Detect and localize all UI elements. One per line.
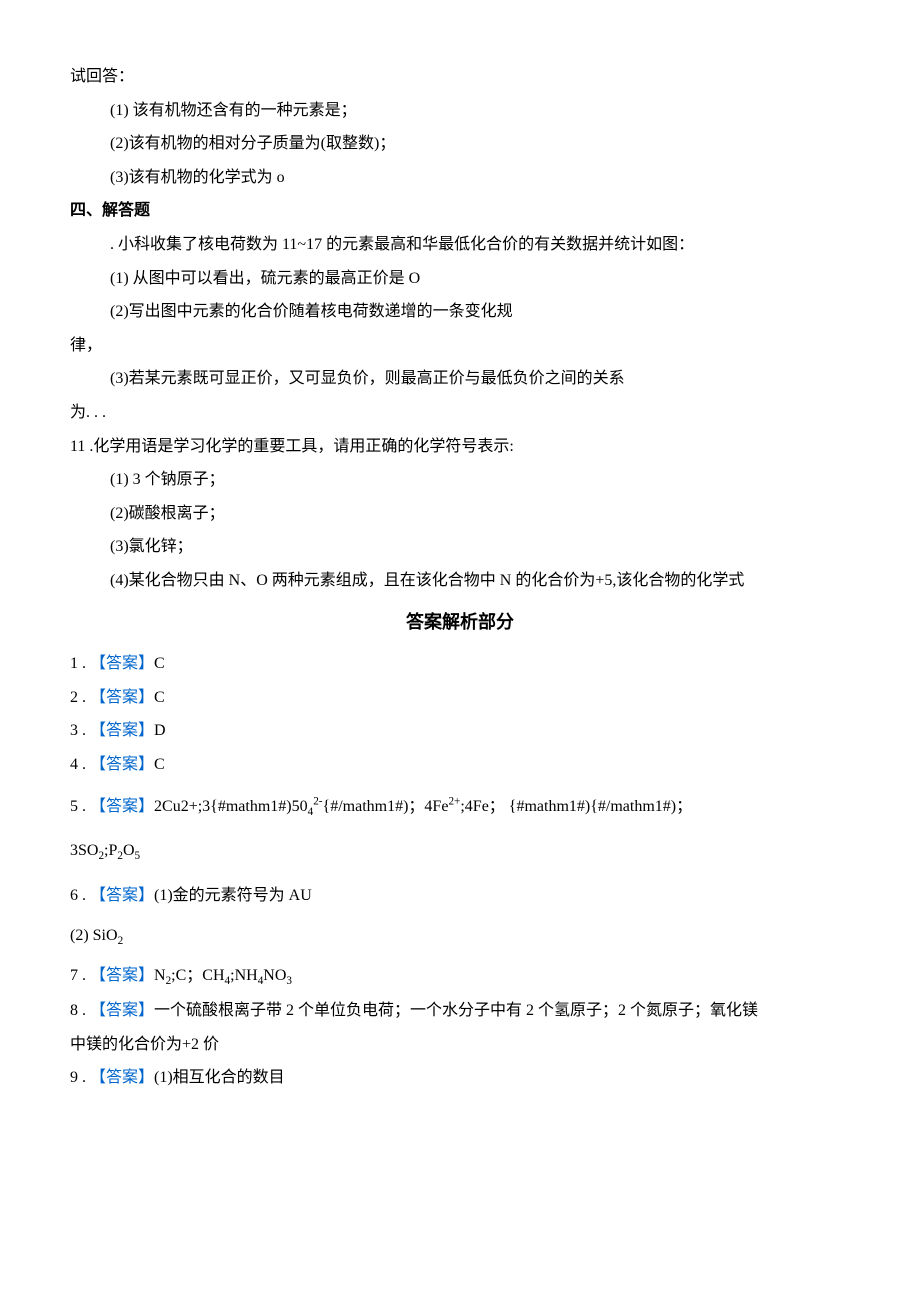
answer-tag: 【答案】 bbox=[90, 1002, 154, 1019]
answer-tag: 【答案】 bbox=[90, 722, 154, 739]
ans-5-l2-p3: O bbox=[123, 842, 135, 859]
ans-6-l2-p1: (2) SiO bbox=[70, 927, 118, 944]
ans-9-val: (1)相互化合的数目 bbox=[154, 1069, 285, 1086]
q11-l3: (3)氯化锌； bbox=[70, 530, 850, 564]
ans-5: 5 . 【答案】2Cu2+;3{#mathm1#)5042-{#/mathm1#… bbox=[70, 790, 850, 825]
ans-7-p2: ;C；CH bbox=[171, 967, 224, 984]
ans-6-l2-sub: 2 bbox=[118, 935, 124, 947]
ans-3: 3 . 【答案】D bbox=[70, 714, 850, 748]
ans-1-val: C bbox=[154, 655, 165, 672]
ans-6-val: (1)金的元素符号为 AU bbox=[154, 887, 312, 904]
ans-7-pre: 7 . bbox=[70, 967, 86, 984]
ans-7-sub4: 3 bbox=[286, 976, 292, 988]
ans-2-val: C bbox=[154, 689, 165, 706]
ans-4-val: C bbox=[154, 756, 165, 773]
ans-8-val: 一个硫酸根离子带 2 个单位负电荷；一个水分子中有 2 个氢原子；2 个氮原子；… bbox=[154, 1002, 758, 1019]
ans-6-pre: 6 . bbox=[70, 887, 86, 904]
ans-5-l2-p1: 3SO bbox=[70, 842, 98, 859]
ans-1-pre: 1 . bbox=[70, 655, 86, 672]
q11-l2: (2)碳酸根离子； bbox=[70, 497, 850, 531]
q11-intro: 11 .化学用语是学习化学的重要工具，请用正确的化学符号表示: bbox=[70, 430, 850, 464]
answer-tag: 【答案】 bbox=[90, 887, 154, 904]
sec4-p2: (1) 从图中可以看出，硫元素的最高正价是 O bbox=[70, 262, 850, 296]
q-sub1: (1) 该有机物还含有的一种元素是； bbox=[70, 94, 850, 128]
q11-l1: (1) 3 个钠原子； bbox=[70, 463, 850, 497]
q11-l4: (4)某化合物只由 N、O 两种元素组成，且在该化合物中 N 的化合价为+5,该… bbox=[70, 564, 850, 598]
answer-tag: 【答案】 bbox=[90, 967, 154, 984]
ans-4-pre: 4 . bbox=[70, 756, 86, 773]
ans-6: 6 . 【答案】(1)金的元素符号为 AU bbox=[70, 879, 850, 913]
q-sub3: (3)该有机物的化学式为 o bbox=[70, 161, 850, 195]
q-sub2: (2)该有机物的相对分子质量为(取整数)； bbox=[70, 127, 850, 161]
ans-5-p3: ;4Fe； {#mathm1#){#/mathm1#)； bbox=[460, 798, 692, 815]
ans-5-sup1: 2- bbox=[313, 795, 322, 807]
ans-7: 7 . 【答案】N2;C；CH4;NH4NO3 bbox=[70, 959, 850, 994]
ans-5-p1: 2Cu2+;3{#mathm1#)50 bbox=[154, 798, 308, 815]
ans-9-pre: 9 . bbox=[70, 1069, 86, 1086]
ans-7-p3: ;NH bbox=[230, 967, 258, 984]
ans-8: 8 . 【答案】一个硫酸根离子带 2 个单位负电荷；一个水分子中有 2 个氢原子… bbox=[70, 994, 850, 1028]
ans-5-sub1: 4 bbox=[308, 806, 314, 818]
ans-5-pre: 5 . bbox=[70, 798, 86, 815]
ans-4: 4 . 【答案】C bbox=[70, 748, 850, 782]
ans-5-sup2: 2+ bbox=[448, 795, 460, 807]
answer-tag: 【答案】 bbox=[90, 798, 154, 815]
answer-tag: 【答案】 bbox=[90, 655, 154, 672]
ans-5-l2-p2: ;P bbox=[104, 842, 117, 859]
ans-9: 9 . 【答案】(1)相互化合的数目 bbox=[70, 1061, 850, 1095]
ans-8-l2: 中镁的化合价为+2 价 bbox=[70, 1028, 850, 1062]
answer-tag: 【答案】 bbox=[90, 1069, 154, 1086]
q-intro: 试回答： bbox=[70, 60, 850, 94]
ans-6-l2: (2) SiO2 bbox=[70, 919, 850, 954]
ans-8-pre: 8 . bbox=[70, 1002, 86, 1019]
ans-3-pre: 3 . bbox=[70, 722, 86, 739]
answers-title: 答案解析部分 bbox=[70, 604, 850, 642]
ans-5-line2: 3SO2;P2O5 bbox=[70, 834, 850, 869]
ans-5-p2: {#/mathm1#)；4Fe bbox=[323, 798, 449, 815]
sec4-p1: . 小科收集了核电荷数为 11~17 的元素最高和华最低化合价的有关数据并统计如… bbox=[70, 228, 850, 262]
ans-3-val: D bbox=[154, 722, 166, 739]
sec4-p5: (3)若某元素既可显正价，又可显负价，则最高正价与最低负价之间的关系 bbox=[70, 362, 850, 396]
sec4-p3: (2)写出图中元素的化合价随着核电荷数递增的一条变化规 bbox=[70, 295, 850, 329]
ans-7-p1: N bbox=[154, 967, 166, 984]
section-4-title: 四、解答题 bbox=[70, 194, 850, 228]
ans-5-l2-sub3: 5 bbox=[135, 851, 141, 863]
ans-7-p4: NO bbox=[263, 967, 286, 984]
ans-1: 1 . 【答案】C bbox=[70, 647, 850, 681]
ans-2: 2 . 【答案】C bbox=[70, 681, 850, 715]
answer-tag: 【答案】 bbox=[90, 756, 154, 773]
sec4-p4: 律， bbox=[70, 329, 850, 363]
answer-tag: 【答案】 bbox=[90, 689, 154, 706]
sec4-p6: 为. . . bbox=[70, 396, 850, 430]
ans-2-pre: 2 . bbox=[70, 689, 86, 706]
